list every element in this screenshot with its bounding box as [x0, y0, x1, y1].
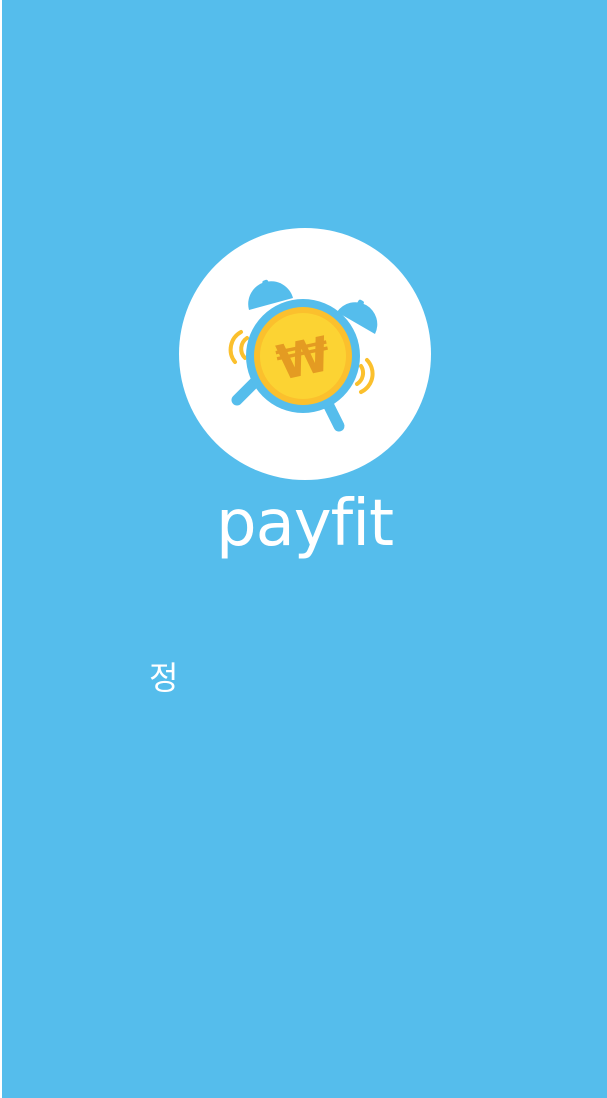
- loading-text: 정: [149, 659, 179, 697]
- alarm-clock-coin-icon: ₩: [228, 279, 378, 432]
- splash-screen: ₩ payfit 정: [2, 0, 607, 1098]
- app-logo: ₩: [179, 228, 431, 480]
- app-name: payfit: [215, 487, 394, 561]
